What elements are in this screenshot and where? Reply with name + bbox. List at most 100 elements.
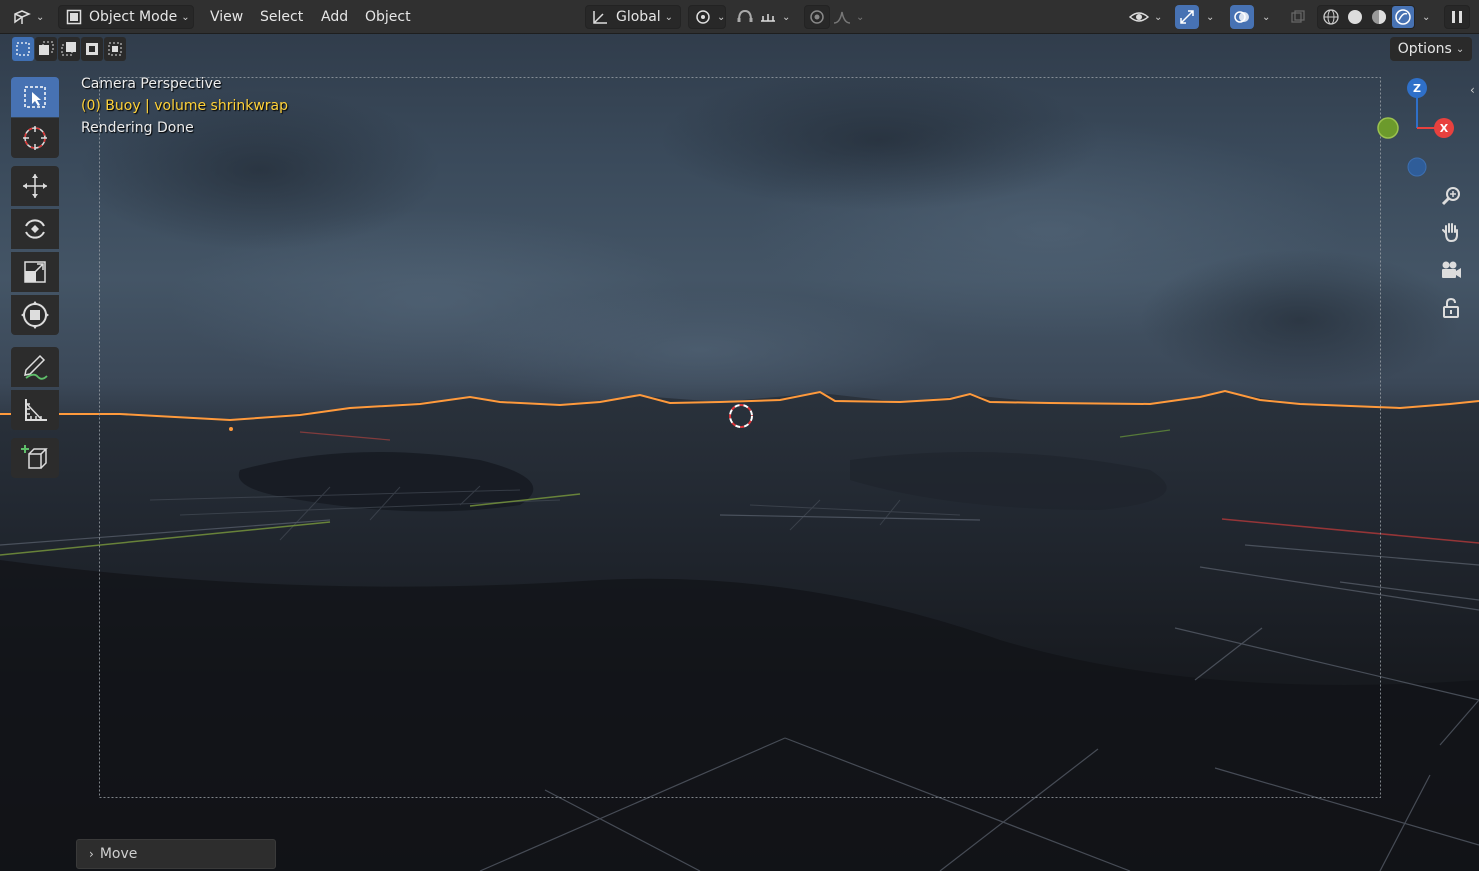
chevron-down-icon: ⌄ — [36, 11, 45, 23]
gizmo-z-negative[interactable] — [1407, 157, 1427, 177]
chevron-down-icon: ⌄ — [181, 11, 190, 23]
pan-hand-icon — [1440, 221, 1462, 243]
chevron-down-icon: ⌄ — [1455, 43, 1465, 55]
gizmo-icon — [1178, 8, 1196, 26]
pan-button[interactable] — [1434, 216, 1468, 248]
tool-move[interactable] — [11, 166, 59, 206]
object-info-label: (0) Buoy | volume shrinkwrap — [81, 98, 289, 114]
snap-target-select[interactable]: ⌄ — [758, 5, 796, 29]
orientation-label: Global — [616, 9, 661, 25]
measure-icon — [20, 395, 50, 425]
chevron-right-icon: › — [89, 847, 94, 861]
mode-select[interactable]: Object Mode ⌄ — [58, 5, 194, 29]
select-invert-icon — [84, 41, 100, 57]
editor-type-button[interactable]: ⌄ — [12, 5, 50, 29]
camera-view-button[interactable] — [1434, 254, 1468, 286]
select-invert-button[interactable] — [81, 37, 103, 61]
pause-render-button[interactable] — [1444, 5, 1470, 29]
select-box-icon — [21, 83, 49, 111]
move-icon — [20, 171, 50, 201]
select-intersect-button[interactable] — [104, 37, 126, 61]
tool-measure[interactable] — [11, 390, 59, 430]
rendered-shading-icon[interactable] — [1392, 6, 1414, 28]
select-subtract-icon — [61, 41, 77, 57]
render-status-label: Rendering Done — [81, 120, 194, 136]
annotate-icon — [20, 352, 50, 382]
orientation-icon — [590, 8, 610, 26]
shading-dropdown[interactable]: ⌄ — [1418, 5, 1434, 29]
menu-object[interactable]: Object — [365, 5, 411, 29]
options-dropdown[interactable]: Options ⌄ — [1390, 37, 1472, 61]
shading-group — [1317, 5, 1415, 29]
pause-icon — [1450, 9, 1464, 25]
rotate-icon — [20, 214, 50, 244]
tool-select-box[interactable] — [11, 77, 59, 117]
cursor-icon — [20, 123, 50, 153]
viewport-header: ⌄ Object Mode ⌄ View Select Add Object G… — [0, 0, 1479, 34]
tool-add-cube[interactable] — [11, 438, 59, 478]
transform-orientation-select[interactable]: Global ⌄ — [585, 5, 681, 29]
overlays-dropdown[interactable]: ⌄ — [1258, 5, 1274, 29]
last-operator-label: Move — [99, 846, 138, 862]
view-name-label: Camera Perspective — [81, 76, 222, 92]
chevron-down-icon: ⌄ — [856, 11, 865, 23]
material-shading-icon[interactable] — [1368, 6, 1390, 28]
chevron-down-icon: ⌄ — [1154, 11, 1163, 23]
camera-view-icon — [1439, 259, 1463, 281]
tool-cursor[interactable] — [11, 118, 59, 158]
gizmo-x-label: X — [1440, 122, 1449, 135]
menu-select[interactable]: Select — [260, 5, 303, 29]
menu-add[interactable]: Add — [321, 5, 348, 29]
3d-viewport[interactable] — [0, 0, 1479, 871]
add-cube-icon — [20, 443, 50, 473]
tool-scale[interactable] — [11, 252, 59, 292]
chevron-down-icon: ⌄ — [664, 11, 674, 23]
gizmo-dropdown[interactable]: ⌄ — [1202, 5, 1218, 29]
snap-increment-icon — [758, 8, 778, 26]
gizmo-toggle[interactable] — [1175, 5, 1199, 29]
xray-icon — [1290, 9, 1306, 25]
xray-toggle[interactable] — [1287, 5, 1309, 29]
overlays-icon — [1233, 8, 1251, 26]
lock-icon — [1440, 297, 1462, 319]
select-new-button[interactable] — [12, 37, 34, 61]
zoom-button[interactable] — [1434, 180, 1468, 212]
object-mode-icon — [65, 8, 83, 26]
select-new-icon — [15, 41, 31, 57]
visibility-select[interactable]: ⌄ — [1128, 5, 1168, 29]
magnet-icon — [735, 8, 755, 26]
select-extend-button[interactable] — [35, 37, 57, 61]
chevron-down-icon: ⌄ — [1262, 11, 1271, 23]
last-operator-panel[interactable]: › Move — [76, 839, 276, 869]
transform-icon — [20, 300, 50, 330]
proportional-edit-icon — [808, 8, 826, 26]
lock-camera-button[interactable] — [1434, 292, 1468, 324]
pivot-point-select[interactable]: ⌄ — [688, 5, 726, 29]
tool-annotate[interactable] — [11, 347, 59, 387]
snap-toggle[interactable] — [733, 5, 757, 29]
select-intersect-icon — [107, 41, 123, 57]
select-subtract-button[interactable] — [58, 37, 80, 61]
chevron-down-icon: ⌄ — [717, 11, 726, 23]
eye-icon — [1128, 8, 1150, 26]
select-extend-icon — [38, 41, 54, 57]
solid-shading-icon[interactable] — [1344, 6, 1366, 28]
overlays-toggle[interactable] — [1230, 5, 1254, 29]
pivot-icon — [693, 8, 713, 26]
chevron-down-icon: ⌄ — [782, 11, 791, 23]
chevron-down-icon: ⌄ — [1422, 11, 1431, 23]
tool-transform[interactable] — [11, 295, 59, 335]
zoom-icon — [1440, 185, 1462, 207]
chevron-down-icon: ⌄ — [1206, 11, 1215, 23]
gizmo-y-negative[interactable] — [1377, 117, 1399, 139]
menu-view[interactable]: View — [210, 5, 243, 29]
falloff-select[interactable]: ⌄ — [832, 5, 868, 29]
navigation-gizmo[interactable]: Z X — [1370, 72, 1470, 182]
scene-canvas[interactable] — [0, 0, 1479, 871]
wireframe-shading-icon[interactable] — [1320, 6, 1342, 28]
gizmo-z-label: Z — [1413, 82, 1421, 95]
tool-rotate[interactable] — [11, 209, 59, 249]
sidebar-toggle-icon[interactable]: ‹ — [1470, 83, 1475, 97]
falloff-curve-icon — [832, 8, 852, 26]
proportional-edit-toggle[interactable] — [804, 5, 830, 29]
